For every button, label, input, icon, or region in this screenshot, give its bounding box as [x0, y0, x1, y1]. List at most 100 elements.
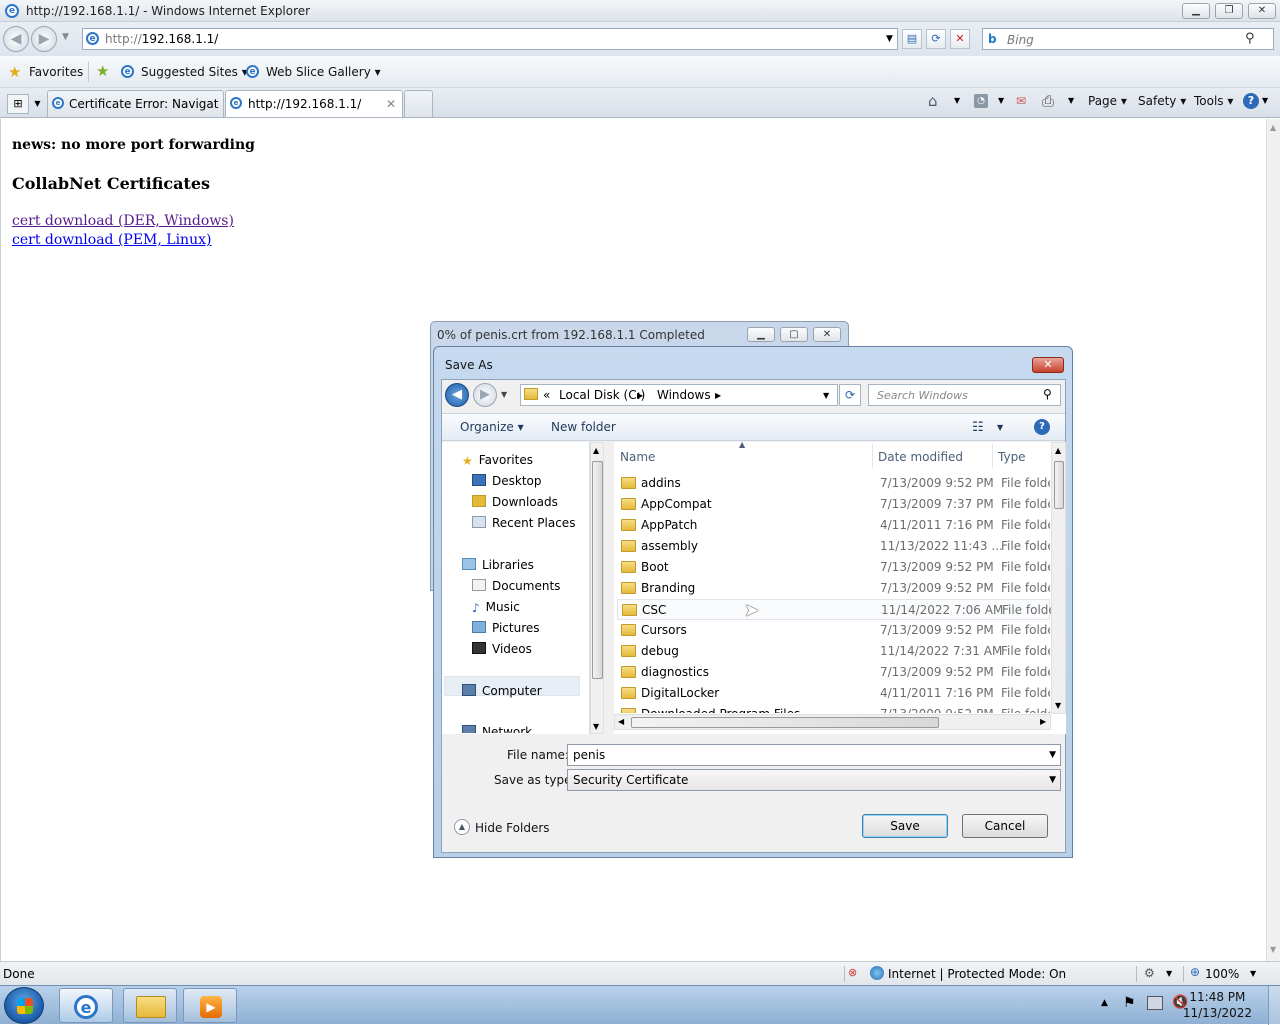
file-row[interactable]: AppPatch 4/11/2011 7:16 PM File folder	[617, 515, 1050, 536]
nav-downloads[interactable]: Downloads	[472, 495, 558, 509]
nav-music[interactable]: ♪ Music	[472, 600, 520, 615]
cert-pem-link[interactable]: cert download (PEM, Linux)	[12, 232, 211, 248]
file-row[interactable]: DigitalLocker 4/11/2011 7:16 PM File folde…	[617, 683, 1050, 704]
feeds-dropdown-icon[interactable]: ▼	[998, 96, 1004, 105]
network-tray-icon[interactable]	[1147, 996, 1163, 1010]
save-type-dropdown-icon[interactable]: ▼	[1049, 775, 1056, 785]
download-minimize-button[interactable]: ▁	[747, 327, 775, 342]
file-row[interactable]: CSC 11/14/2022 7:06 AMFile folder	[617, 599, 1051, 620]
hide-folders-button[interactable]: Hide Folders	[475, 821, 550, 835]
dialog-back-icon[interactable]: ◀	[445, 383, 469, 407]
history-dropdown-icon[interactable]: ▼	[62, 32, 69, 42]
file-list-hscroll-thumb[interactable]	[631, 717, 939, 728]
hide-folders-icon[interactable]: ▲	[454, 819, 470, 835]
zoom-dropdown-icon[interactable]: ▼	[1250, 969, 1256, 978]
nav-network[interactable]: Network	[462, 725, 532, 733]
start-button[interactable]	[4, 987, 44, 1024]
dialog-forward-icon[interactable]: ▶	[473, 383, 497, 407]
nav-recent-places[interactable]: Recent Places	[472, 516, 575, 530]
zoom-icon[interactable]: ⊕	[1190, 965, 1200, 979]
file-row[interactable]: addins 7/13/2009 9:52 PM File folder	[617, 473, 1050, 494]
tab-certificate-error[interactable]: e Certificate Error: Navigatio...	[47, 90, 224, 117]
nav-documents[interactable]: Documents	[472, 579, 560, 593]
download-maximize-button[interactable]: ▢	[780, 327, 808, 342]
stop-icon[interactable]: ✕	[950, 29, 970, 49]
file-row[interactable]: AppCompat 7/13/2009 7:37 PM File folder	[617, 494, 1050, 515]
breadcrumb-chevron-icon[interactable]: ▶	[715, 391, 721, 400]
view-options-icon[interactable]: ☷	[972, 420, 984, 435]
organize-button[interactable]: Organize ▾	[460, 420, 524, 434]
zone-text[interactable]: Internet | Protected Mode: On	[888, 967, 1066, 981]
column-type[interactable]: Type	[998, 450, 1026, 464]
cert-der-link[interactable]: cert download (DER, Windows)	[12, 213, 234, 229]
tools-menu[interactable]: Tools ▾	[1194, 94, 1233, 108]
nav-scroll-thumb[interactable]	[592, 461, 603, 679]
tab-list-dropdown-icon[interactable]: ▼	[31, 94, 44, 114]
taskbar-explorer-button[interactable]	[123, 988, 177, 1023]
page-menu[interactable]: Page ▾	[1088, 94, 1127, 108]
file-list-vscroll-thumb[interactable]	[1054, 461, 1064, 509]
search-box[interactable]: b Bing ⚲	[982, 28, 1274, 50]
column-date[interactable]: Date modified	[878, 450, 963, 464]
dialog-help-icon[interactable]: ?	[1034, 419, 1050, 435]
help-icon[interactable]: ?	[1243, 93, 1259, 109]
forward-button[interactable]: ▶	[31, 26, 57, 52]
help-dropdown-icon[interactable]: ▼	[1262, 96, 1268, 105]
file-row[interactable]: assembly 11/13/2022 11:43 ...File folder	[617, 536, 1050, 557]
web-slice-gallery-button[interactable]: Web Slice Gallery ▾	[266, 65, 381, 79]
nav-videos[interactable]: Videos	[472, 642, 532, 656]
tab-active[interactable]: e http://192.168.1.1/ ✕	[225, 90, 403, 117]
nav-favorites[interactable]: ★ Favorites	[462, 453, 533, 468]
file-row[interactable]: Downloaded Program Files 7/13/2009 9:52 P…	[617, 704, 1050, 713]
dialog-history-dropdown-icon[interactable]: ▼	[501, 390, 507, 399]
minimize-button[interactable]: ▁	[1182, 3, 1210, 19]
dialog-refresh-icon[interactable]: ⟳	[839, 384, 861, 406]
column-name[interactable]: Name	[620, 450, 655, 464]
file-row[interactable]: Branding 7/13/2009 9:52 PM File folder	[617, 578, 1050, 599]
file-row[interactable]: diagnostics 7/13/2009 9:52 PM File folder	[617, 662, 1050, 683]
breadcrumb-local-disk[interactable]: Local Disk (C:)	[559, 388, 645, 402]
feeds-icon[interactable]: ◔	[974, 94, 988, 108]
close-tab-icon[interactable]: ✕	[386, 97, 396, 111]
view-dropdown-icon[interactable]: ▼	[997, 423, 1003, 432]
nav-pictures[interactable]: Pictures	[472, 621, 540, 635]
quick-tabs-icon[interactable]: ⊞	[7, 94, 29, 114]
save-type-select[interactable]: Security Certificate ▼	[567, 769, 1061, 791]
dialog-search-icon[interactable]: ⚲	[1043, 387, 1052, 401]
new-folder-button[interactable]: New folder	[551, 420, 616, 434]
show-desktop-button[interactable]	[1268, 986, 1280, 1025]
file-row[interactable]: debug 11/14/2022 7:31 AMFile folder	[617, 641, 1050, 662]
suggested-sites-button[interactable]: Suggested Sites ▾	[141, 65, 248, 79]
breadcrumb-overflow[interactable]: «	[543, 388, 550, 402]
file-row[interactable]: Boot 7/13/2009 9:52 PM File folder	[617, 557, 1050, 578]
address-bar[interactable]: e http://192.168.1.1/ ▼	[82, 28, 898, 50]
new-tab-button[interactable]	[404, 90, 433, 117]
add-favorites-icon[interactable]: ★	[96, 62, 109, 80]
page-scrollbar[interactable]: ▲ ▼	[1266, 119, 1280, 961]
breadcrumb-chevron-icon[interactable]: ▶	[637, 391, 643, 400]
breadcrumb-dropdown-icon[interactable]: ▼	[823, 391, 829, 400]
blocked-icon[interactable]: ⊗	[848, 966, 857, 979]
download-close-button[interactable]: ✕	[813, 327, 841, 342]
close-button[interactable]: ✕	[1248, 3, 1276, 19]
taskbar-media-player-button[interactable]: ▶	[183, 988, 237, 1023]
system-clock[interactable]: 11:48 PM 11/13/2022	[1183, 989, 1252, 1021]
favorites-button[interactable]: Favorites	[29, 65, 83, 79]
print-icon[interactable]: ⎙	[1042, 92, 1054, 110]
file-name-input[interactable]: penis ▼	[567, 744, 1061, 766]
breadcrumb[interactable]: « Local Disk (C:) ▶ Windows ▶ ▼	[520, 384, 838, 406]
save-as-close-button[interactable]: ✕	[1032, 357, 1064, 373]
home-dropdown-icon[interactable]: ▼	[954, 96, 960, 105]
nav-pane-scrollbar[interactable]: ▲ ▼	[590, 442, 604, 734]
security-dropdown-icon[interactable]: ▼	[1166, 969, 1172, 978]
file-list-vscrollbar[interactable]: ▲ ▼	[1051, 442, 1066, 714]
file-name-dropdown-icon[interactable]: ▼	[1049, 750, 1056, 760]
dialog-search-box[interactable]: Search Windows ⚲	[868, 384, 1061, 406]
zoom-level[interactable]: 100%	[1205, 967, 1239, 981]
nav-libraries[interactable]: Libraries	[462, 558, 534, 572]
cancel-button[interactable]: Cancel	[962, 814, 1048, 838]
restore-button[interactable]: ❐	[1215, 3, 1243, 19]
address-dropdown-icon[interactable]: ▼	[886, 34, 893, 44]
nav-desktop[interactable]: Desktop	[472, 474, 542, 488]
refresh-icon[interactable]: ⟳	[926, 29, 946, 49]
